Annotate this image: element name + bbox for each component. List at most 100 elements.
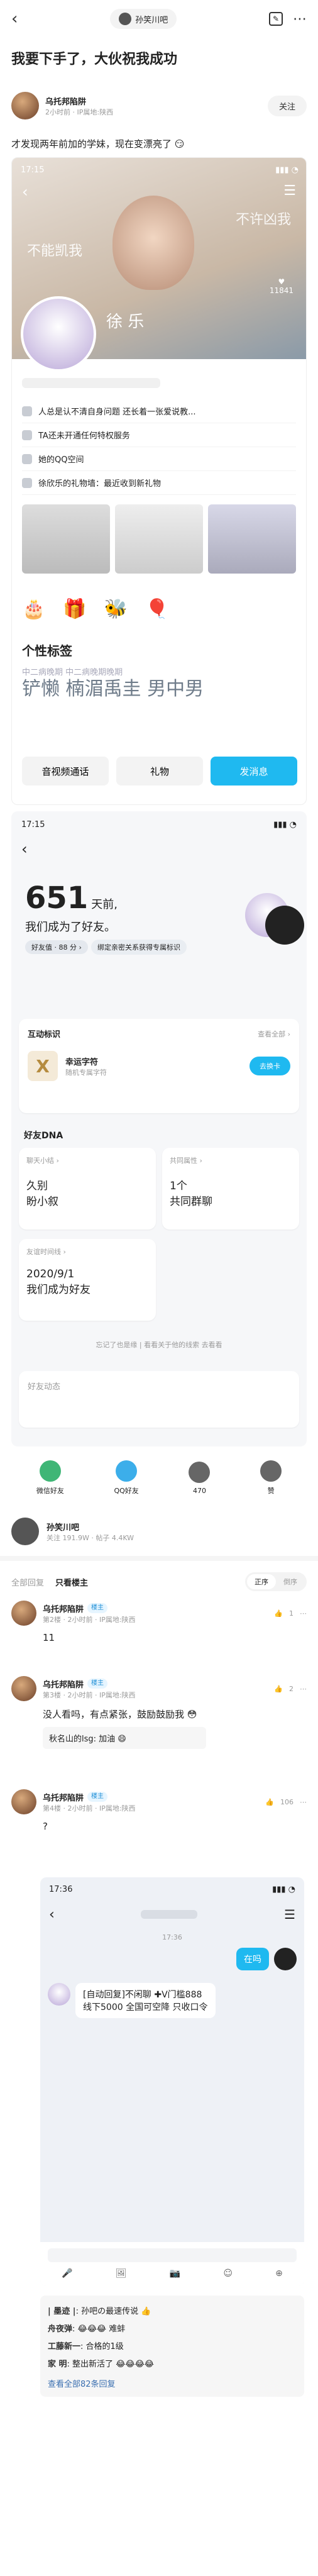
comment-text: 整出新活了	[72, 2360, 114, 2369]
edit-icon[interactable]: ✎	[268, 12, 283, 26]
reply-sub-text: 秋名山的lsg: 加油	[49, 1735, 116, 1744]
profile-item-text: 人总是认不清自身问题 还长着一张爱说教...	[38, 408, 196, 417]
news-card[interactable]: 好友动态	[19, 1371, 299, 1428]
gift-button[interactable]: 礼物	[116, 757, 203, 786]
share-label: 赞	[267, 1487, 275, 1495]
reply-name[interactable]: 乌托邦陷阱	[43, 1791, 84, 1803]
signal-icon: ▮▮▮ ◔	[273, 820, 297, 830]
thumb-icon[interactable]: 👍	[274, 1685, 283, 1693]
profile-item[interactable]: 她的QQ空间	[22, 447, 296, 471]
signal-icon: ▮▮▮ ◔	[272, 1885, 295, 1894]
common-card[interactable]: 共同属性 › 1个 共同群聊	[162, 1148, 299, 1230]
more-replies-link[interactable]: 查看全部82条回复	[48, 2377, 297, 2389]
sub-comment[interactable]: 舟夜弹: 😂😂😂 难蚌	[48, 2321, 297, 2338]
gift-icon	[22, 477, 32, 488]
chat-tools: 🎤 🖼 📷 ☺ ⊕	[40, 2268, 304, 2279]
status-time-2: 17:15	[21, 820, 45, 830]
view-all-link[interactable]: 查看全部 ›	[258, 1029, 290, 1039]
thumb-icon[interactable]: 👍	[274, 1609, 283, 1618]
common-value: 1个 共同群聊	[170, 1180, 212, 1208]
op-name[interactable]: 乌托邦陷阱	[45, 95, 113, 107]
gift-icon: 🎁	[63, 597, 87, 620]
op-avatar[interactable]	[11, 92, 39, 119]
sort-desc[interactable]: 倒序	[276, 1574, 305, 1589]
reply-name[interactable]: 乌托邦陷阱	[43, 1678, 84, 1690]
profile-item[interactable]: TA还未开通任何特权服务	[22, 423, 296, 447]
comment-author[interactable]: 舟夜弹	[48, 2324, 72, 2334]
back-icon[interactable]: ‹	[21, 840, 28, 858]
share-item[interactable]: 470	[189, 1461, 211, 1495]
forgot-line[interactable]: 忘记了也是缘 | 看看关于他的线索 去看看	[11, 1340, 307, 1350]
reply-body: 没人看吗，有点紧张，鼓励鼓励我 😳	[43, 1707, 307, 1721]
comment-author[interactable]: | 墨迹 |	[48, 2307, 76, 2316]
reply-more-icon[interactable]: ⋯	[300, 1685, 307, 1693]
forum-avatar-2	[11, 1518, 39, 1545]
sub-comments: | 墨迹 |: 孙吧の最速传说 👍 舟夜弹: 😂😂😂 难蚌 工藤新一: 合格的1级 …	[40, 2296, 304, 2397]
share-item[interactable]: 赞	[260, 1460, 282, 1496]
her-bubble[interactable]: [自动回复]不闲聊 ✚V门槛888 线下5000 全国可空降 只收口令	[75, 1983, 216, 2018]
profile-item-text: 徐欣乐的礼物墙：最近收到新礼物	[38, 479, 162, 489]
tab-all[interactable]: 全部回复	[11, 1576, 44, 1588]
my-avatar	[274, 1948, 297, 1970]
chat-summary-card[interactable]: 聊天小结 › 久别 盼小叙	[19, 1148, 156, 1230]
share-item[interactable]: 微信好友	[36, 1460, 64, 1496]
forum-chip[interactable]: 孙笑川吧	[110, 9, 177, 29]
tab-op-only[interactable]: 只看楼主	[55, 1576, 88, 1588]
comment-emoji: 😂😂😂 难蚌	[77, 2324, 126, 2334]
timeline-card[interactable]: 友谊时间线 › 2020/9/1 我们成为好友	[19, 1239, 156, 1321]
sub-comment[interactable]: | 墨迹 |: 孙吧の最速传说 👍	[48, 2303, 297, 2321]
time-value: 2020/9/1 我们成为好友	[26, 1268, 90, 1296]
interaction-card: 互动标识 查看全部 › X 幸运字符 随机专属字符 去换卡	[19, 1019, 299, 1113]
camera-icon[interactable]: 📷	[170, 2268, 180, 2279]
score-tag[interactable]: 好友值 · 88 分 ›	[25, 940, 88, 954]
more-icon[interactable]: ☰	[283, 183, 296, 199]
back-icon[interactable]: ‹	[49, 1907, 55, 1923]
reply-more-icon[interactable]: ⋯	[300, 1798, 307, 1806]
reply-avatar[interactable]	[11, 1789, 36, 1814]
menu-icon[interactable]: ☰	[284, 1907, 295, 1922]
share-item[interactable]: QQ好友	[114, 1460, 139, 1496]
author-name: 孙笑川吧	[47, 1523, 80, 1533]
reply-avatar[interactable]	[11, 1676, 36, 1701]
tag-icon	[22, 430, 32, 440]
follow-button[interactable]: 关注	[267, 95, 307, 116]
reply-sub[interactable]: 秋名山的lsg: 加油 😄	[43, 1727, 206, 1749]
chat-input[interactable]	[48, 2248, 297, 2262]
mic-icon[interactable]: 🎤	[62, 2268, 72, 2279]
gift-wall[interactable]: 🎂 🎁 🐝 🎈	[22, 587, 296, 631]
emoji-icon[interactable]: ☺	[223, 2268, 233, 2279]
call-button[interactable]: 音视频通话	[22, 757, 109, 786]
bind-hint[interactable]: 绑定亲密关系获得专属标识	[90, 940, 187, 955]
profile-avatar[interactable]	[21, 296, 96, 372]
thumb-icon	[189, 1461, 211, 1483]
plus-icon[interactable]: ⊕	[275, 2268, 283, 2279]
reply-likes: 2	[289, 1684, 293, 1693]
sort-asc[interactable]: 正序	[247, 1574, 276, 1589]
badge-button[interactable]: 去换卡	[249, 1057, 290, 1075]
screenshot-friendship: 17:15 ▮▮▮ ◔ ‹ 651 天前, 我们成为了好友。 好友值 · 88 …	[11, 811, 307, 1446]
thumb-icon[interactable]: 👍	[265, 1798, 274, 1806]
more-icon[interactable]: ⋯	[293, 11, 307, 27]
reply-avatar[interactable]	[11, 1601, 36, 1626]
reply-name[interactable]: 乌托邦陷阱	[43, 1602, 84, 1614]
author-card[interactable]: 孙笑川吧 关注 191.9W · 帖子 4.4KW	[11, 1509, 307, 1553]
op-meta: 2小时前 · IP属地:陕西	[45, 108, 114, 116]
cake-icon: 🎂	[22, 597, 46, 620]
comment-author[interactable]: 家 明	[48, 2360, 67, 2369]
profile-list: 人总是认不清自身问题 还长着一张爱说教... TA还未开通任何特权服务 她的QQ空间…	[12, 359, 306, 700]
profile-item[interactable]: 徐欣乐的礼物墙：最近收到新礼物	[22, 471, 296, 495]
op-user[interactable]: 乌托邦陷阱 2小时前 · IP属地:陕西	[11, 92, 113, 119]
message-button[interactable]: 发消息	[211, 757, 297, 786]
my-bubble[interactable]: 在吗	[236, 1948, 269, 1970]
share-label: QQ好友	[114, 1487, 139, 1495]
reply-more-icon[interactable]: ⋯	[300, 1609, 307, 1618]
qq-space-thumbs[interactable]	[22, 501, 296, 577]
sub-comment[interactable]: 家 明: 整出新活了 😂😂😂😂	[48, 2356, 297, 2373]
sub-comment[interactable]: 工藤新一: 合格的1级	[48, 2338, 297, 2356]
comment-author[interactable]: 工藤新一	[48, 2342, 80, 2351]
profile-item[interactable]: 人总是认不清自身问题 还长着一张爱说教...	[22, 399, 296, 423]
back-icon[interactable]: ‹	[11, 9, 18, 28]
likes: ♥ 11841	[270, 277, 293, 295]
back-icon[interactable]: ‹	[22, 183, 28, 201]
image-icon[interactable]: 🖼	[116, 2268, 127, 2279]
